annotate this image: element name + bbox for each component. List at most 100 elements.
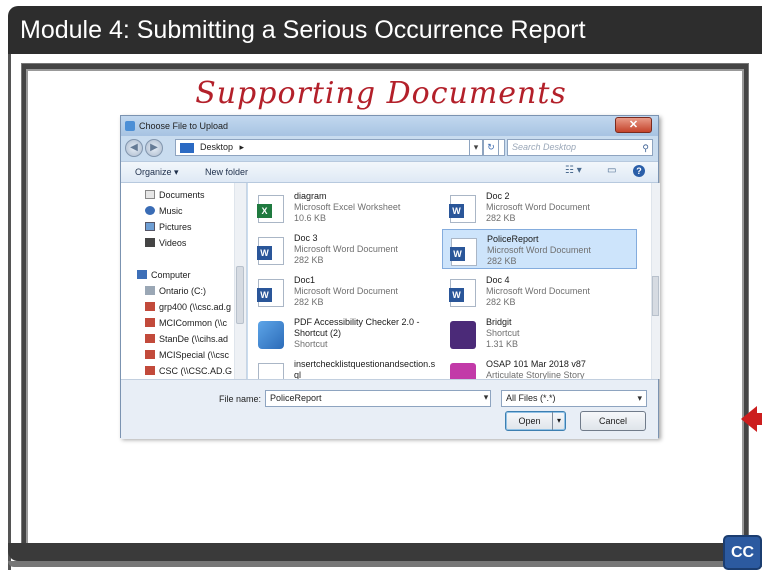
pdf-checker-icon bbox=[258, 321, 284, 349]
pictures-icon bbox=[145, 222, 155, 231]
nav-item-computer[interactable]: Computer bbox=[137, 268, 191, 282]
file-item-pdf-checker[interactable]: PDF Accessibility Checker 2.0 - Shortcut… bbox=[250, 313, 445, 353]
file-size: Shortcut bbox=[294, 339, 328, 349]
word-icon: W bbox=[257, 279, 284, 307]
file-type: Articulate Storyline Story bbox=[486, 370, 585, 379]
new-folder-button[interactable]: New folder bbox=[205, 167, 248, 177]
help-icon[interactable]: ? bbox=[633, 165, 645, 177]
nav-item-network-1[interactable]: grp400 (\\csc.ad.g bbox=[145, 300, 231, 314]
videos-icon bbox=[145, 238, 155, 247]
word-icon: W bbox=[449, 279, 476, 307]
file-name: insertchecklistquestionandsection.s bbox=[294, 359, 436, 369]
file-name: Bridgit bbox=[486, 317, 512, 327]
dialog-title: Choose File to Upload bbox=[139, 121, 229, 131]
word-icon: W bbox=[450, 238, 477, 266]
file-name-input[interactable]: PoliceReport bbox=[265, 390, 491, 407]
file-name-label: File name: bbox=[219, 394, 262, 404]
search-placeholder: Search Desktop bbox=[512, 142, 577, 152]
file-item-doc1[interactable]: W Doc1 Microsoft Word Document 282 KB bbox=[250, 271, 445, 311]
view-options-icon[interactable]: ☷ ▾ bbox=[565, 165, 582, 176]
file-type: Microsoft Word Document bbox=[294, 286, 398, 296]
file-list-scrollbar-thumb[interactable] bbox=[652, 276, 659, 316]
file-type: Shortcut (2) bbox=[294, 328, 342, 338]
nav-item-drive-c[interactable]: Ontario (C:) bbox=[145, 284, 206, 298]
breadcrumb-arrow-icon[interactable]: ▸ bbox=[240, 142, 245, 152]
open-split-arrow-icon[interactable]: ▾ bbox=[552, 412, 565, 430]
file-item-diagram[interactable]: X diagram Microsoft Excel Worksheet 10.6… bbox=[250, 187, 445, 227]
open-button[interactable]: Open ▾ bbox=[505, 411, 566, 431]
file-type: Microsoft Word Document bbox=[486, 286, 590, 296]
file-name: PoliceReport bbox=[487, 234, 539, 244]
nav-item-documents[interactable]: Documents bbox=[145, 188, 205, 202]
file-item-doc4[interactable]: W Doc 4 Microsoft Word Document 282 KB bbox=[442, 271, 637, 311]
nav-scrollbar-thumb[interactable] bbox=[236, 266, 244, 324]
organize-menu[interactable]: Organize ▾ bbox=[135, 167, 179, 178]
file-item-bridgit[interactable]: Bridgit Shortcut 1.31 KB bbox=[442, 313, 637, 353]
red-arrow-icon bbox=[741, 406, 757, 432]
file-item-policereport[interactable]: W PoliceReport Microsoft Word Document 2… bbox=[442, 229, 637, 269]
nav-item-network-3[interactable]: StanDe (\\cihs.ad bbox=[145, 332, 228, 346]
address-row: ◀ ▶ Desktop ▸ ▾ ↻ Search Desktop ⚲ bbox=[121, 136, 658, 158]
nav-label: MCICommon (\\c bbox=[159, 318, 228, 328]
closed-captions-button[interactable]: CC bbox=[723, 535, 762, 570]
file-type: Microsoft Word Document bbox=[487, 245, 591, 255]
nav-item-pictures[interactable]: Pictures bbox=[145, 220, 192, 234]
red-arrow-tail bbox=[756, 413, 762, 425]
file-type-select[interactable]: All Files (*.*) ▾ bbox=[501, 390, 647, 407]
file-name: Doc 2 bbox=[486, 191, 510, 201]
navigation-pane: Documents Music Pictures Videos Computer… bbox=[121, 183, 247, 379]
nav-item-network-4[interactable]: MCISpecial (\\csc bbox=[145, 348, 229, 362]
nav-label: Pictures bbox=[159, 222, 192, 232]
address-dropdown-icon[interactable]: ▾ bbox=[469, 139, 483, 156]
slide-heading: Supporting Documents bbox=[195, 76, 567, 111]
nav-item-network-5[interactable]: CSC (\\CSC.AD.G bbox=[145, 364, 232, 378]
file-size: 282 KB bbox=[294, 255, 324, 265]
network-drive-icon bbox=[145, 318, 155, 327]
address-bar[interactable]: Desktop ▸ bbox=[175, 139, 505, 156]
nav-item-network-2[interactable]: MCICommon (\\c bbox=[145, 316, 227, 330]
nav-label: StanDe (\\cihs.ad bbox=[159, 334, 229, 344]
file-item-osap[interactable]: OSAP 101 Mar 2018 v87 Articulate Storyli… bbox=[442, 355, 637, 379]
computer-icon bbox=[137, 270, 147, 279]
preview-pane-icon[interactable]: ▭ bbox=[607, 165, 616, 176]
file-name: diagram bbox=[294, 191, 327, 201]
documents-icon bbox=[145, 190, 155, 199]
dialog-close-button[interactable]: ✕ bbox=[615, 117, 652, 133]
nav-label: Documents bbox=[159, 190, 205, 200]
nav-item-videos[interactable]: Videos bbox=[145, 236, 186, 250]
file-item-doc2[interactable]: W Doc 2 Microsoft Word Document 282 KB bbox=[442, 187, 637, 227]
desktop-folder-icon bbox=[180, 143, 194, 153]
bridgit-icon bbox=[450, 321, 476, 349]
file-item-sql[interactable]: insertchecklistquestionandsection.s ql bbox=[250, 355, 445, 379]
file-item-doc3[interactable]: W Doc 3 Microsoft Word Document 282 KB bbox=[250, 229, 445, 269]
refresh-icon[interactable]: ↻ bbox=[483, 139, 499, 156]
file-name-dropdown-icon[interactable]: ▾ bbox=[481, 390, 491, 407]
browser-app-icon bbox=[125, 121, 135, 131]
storyline-icon bbox=[450, 363, 476, 379]
file-size: 282 KB bbox=[486, 297, 516, 307]
file-name: OSAP 101 Mar 2018 v87 bbox=[486, 359, 586, 369]
drive-icon bbox=[145, 286, 155, 295]
network-drive-icon bbox=[145, 334, 155, 343]
open-label: Open bbox=[518, 416, 541, 426]
excel-icon: X bbox=[257, 195, 284, 223]
nav-label: Videos bbox=[159, 238, 187, 248]
module-title-bar: Module 4: Submitting a Serious Occurrenc… bbox=[8, 6, 762, 54]
file-name: Doc 3 bbox=[294, 233, 318, 243]
nav-label: MCISpecial (\\csc bbox=[159, 350, 230, 360]
dialog-footer: File name: PoliceReport ▾ All Files (*.*… bbox=[121, 379, 658, 439]
search-input[interactable]: Search Desktop ⚲ bbox=[507, 139, 653, 156]
network-drive-icon bbox=[145, 366, 155, 375]
search-icon[interactable]: ⚲ bbox=[642, 141, 649, 156]
cancel-button[interactable]: Cancel bbox=[580, 411, 646, 431]
nav-item-music[interactable]: Music bbox=[145, 204, 183, 218]
file-size: 282 KB bbox=[487, 256, 517, 266]
file-type: Microsoft Word Document bbox=[294, 244, 398, 254]
forward-icon[interactable]: ▶ bbox=[145, 139, 163, 157]
file-size: 282 KB bbox=[486, 213, 516, 223]
slide-stage: Module 4: Submitting a Serious Occurrenc… bbox=[0, 0, 762, 572]
word-icon: W bbox=[449, 195, 476, 223]
file-type-value: All Files (*.*) bbox=[506, 393, 556, 403]
back-icon[interactable]: ◀ bbox=[125, 139, 143, 157]
file-size: 282 KB bbox=[294, 297, 324, 307]
